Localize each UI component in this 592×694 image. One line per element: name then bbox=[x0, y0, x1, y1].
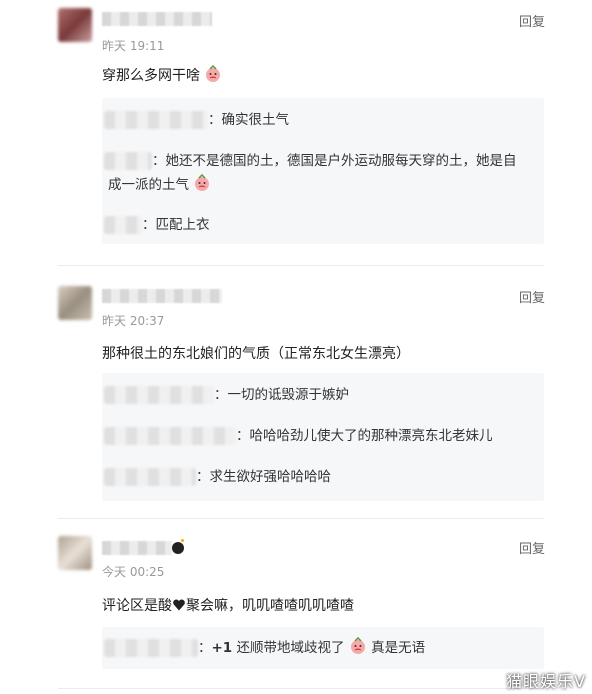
reply-text: ：一切的诋毁源于嫉妒 bbox=[214, 387, 349, 403]
reply-username-blurred[interactable] bbox=[104, 386, 214, 404]
comment-time: 昨天 19:11 bbox=[102, 39, 165, 53]
reply-plus-one: +1 bbox=[211, 640, 233, 656]
comment-text: 评论区是酸 聚会嘛，叽叽喳喳叽叽喳喳 bbox=[102, 595, 354, 615]
reply-text: ： bbox=[198, 640, 212, 656]
username-blurred[interactable] bbox=[102, 12, 212, 26]
watermark: 猫眼娱乐V bbox=[506, 672, 586, 691]
reply-item: ：求生欲好强哈哈哈哈 bbox=[102, 464, 544, 490]
reply-item-continued: 成一派的土气 bbox=[102, 172, 544, 198]
divider bbox=[58, 688, 544, 689]
reply-item: ：确实很土气 bbox=[102, 107, 544, 133]
black-heart-icon bbox=[173, 599, 185, 611]
reply-text: 真是无语 bbox=[366, 640, 426, 656]
crying-face-icon bbox=[206, 65, 221, 82]
username-blurred[interactable] bbox=[102, 541, 172, 555]
bomb-icon bbox=[172, 539, 184, 554]
crying-face-icon bbox=[195, 174, 210, 191]
comment-text-part: 评论区是酸 bbox=[102, 598, 172, 614]
reply-username-blurred[interactable] bbox=[104, 111, 208, 129]
comment-text-part: 聚会嘛，叽叽喳喳叽叽喳喳 bbox=[186, 598, 354, 614]
reply-text: ：哈哈哈劲儿使大了的那种漂亮东北老妹儿 bbox=[236, 428, 493, 444]
reply-text: ：她还不是德国的土，德国是户外运动服每天穿的土，她是自 bbox=[152, 153, 517, 169]
reply-box: ：+1 还顺带地域歧视了 真是无语 bbox=[102, 627, 544, 669]
reply-text: 还顺带地域歧视了 bbox=[232, 640, 345, 656]
reply-text: ：确实很土气 bbox=[208, 112, 289, 128]
crying-face-icon bbox=[350, 637, 365, 654]
reply-username-blurred[interactable] bbox=[104, 427, 236, 445]
comment-time: 今天 00:25 bbox=[102, 565, 165, 579]
reply-username-blurred[interactable] bbox=[104, 216, 142, 234]
avatar[interactable] bbox=[58, 286, 92, 320]
reply-text-continued: 成一派的土气 bbox=[108, 177, 189, 193]
reply-box: ：一切的诋毁源于嫉妒 ：哈哈哈劲儿使大了的那种漂亮东北老妹儿 ：求生欲好强哈哈哈… bbox=[102, 373, 544, 501]
reply-text: ：匹配上衣 bbox=[142, 217, 210, 233]
reply-text: ：求生欲好强哈哈哈哈 bbox=[196, 469, 331, 485]
reply-button[interactable]: 回复 bbox=[519, 287, 545, 306]
divider bbox=[58, 518, 544, 519]
reply-username-blurred[interactable] bbox=[104, 152, 152, 170]
reply-box: ：确实很土气 ：她还不是德国的土，德国是户外运动服每天穿的土，她是自 成一派的土… bbox=[102, 98, 544, 244]
avatar[interactable] bbox=[58, 8, 92, 42]
comment-time: 昨天 20:37 bbox=[102, 314, 165, 328]
reply-username-blurred[interactable] bbox=[104, 468, 196, 486]
divider bbox=[58, 265, 544, 266]
reply-item: ：+1 还顺带地域歧视了 真是无语 bbox=[102, 635, 544, 661]
comment-text: 那种很土的东北娘们的气质（正常东北女生漂亮） bbox=[102, 346, 410, 362]
reply-item: ：匹配上衣 bbox=[102, 212, 544, 238]
reply-item: ：哈哈哈劲儿使大了的那种漂亮东北老妹儿 bbox=[102, 423, 544, 449]
reply-button[interactable]: 回复 bbox=[519, 538, 545, 557]
avatar[interactable] bbox=[58, 536, 92, 570]
reply-item: ：一切的诋毁源于嫉妒 bbox=[102, 382, 544, 408]
reply-button[interactable]: 回复 bbox=[519, 11, 545, 30]
reply-item: ：她还不是德国的土，德国是户外运动服每天穿的土，她是自 bbox=[102, 148, 544, 174]
reply-username-blurred[interactable] bbox=[104, 639, 198, 657]
comment-text-content: 穿那么多网干啥 bbox=[102, 68, 200, 84]
username-blurred[interactable] bbox=[102, 289, 222, 303]
comment-text: 穿那么多网干啥 bbox=[102, 65, 222, 85]
